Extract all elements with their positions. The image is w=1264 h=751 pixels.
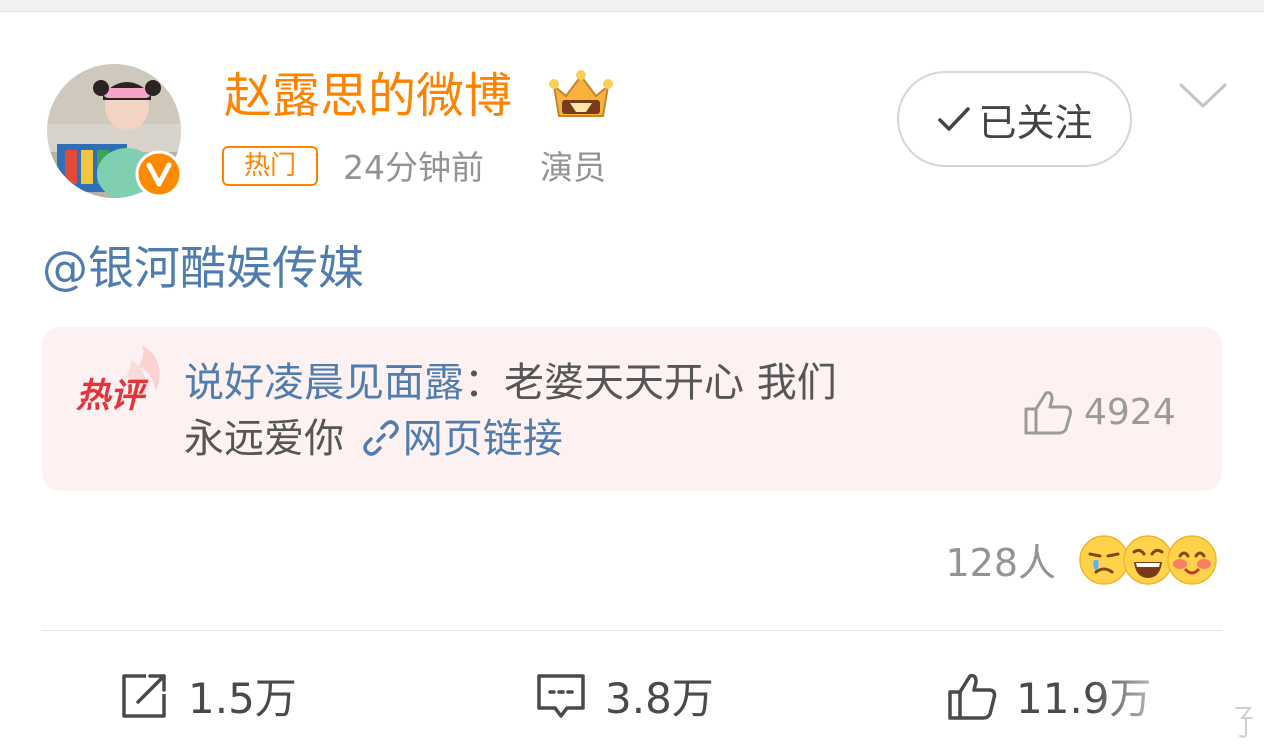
thumbs-up-icon bbox=[1024, 391, 1072, 435]
thumbs-up-icon bbox=[948, 673, 997, 720]
repost-count: 1.5万 bbox=[188, 674, 297, 723]
hot-comment-line1: 老婆天天开心 我们 bbox=[504, 360, 837, 406]
verified-badge-icon bbox=[135, 150, 183, 198]
chevron-down-icon[interactable] bbox=[1178, 80, 1228, 112]
post-time: 24分钟前 bbox=[343, 148, 484, 187]
hot-badge: 热门 bbox=[222, 146, 318, 186]
blushing-face-icon bbox=[1167, 534, 1217, 585]
top-edge-bar bbox=[0, 0, 1264, 12]
corner-watermark bbox=[1232, 700, 1256, 740]
username[interactable]: 赵露思的微博 bbox=[224, 64, 512, 128]
reaction-count: 128人 bbox=[945, 541, 1056, 585]
comment-icon bbox=[537, 673, 585, 718]
hot-comment-like-count: 4924 bbox=[1084, 391, 1176, 433]
reactions-summary[interactable]: 128人 bbox=[945, 532, 1218, 587]
user-tag: 演员 bbox=[540, 148, 606, 187]
hot-comment-badge-label: 热评 bbox=[76, 376, 149, 416]
hot-comment-author[interactable]: 说好凌晨见面露 bbox=[184, 360, 464, 406]
divider bbox=[42, 630, 1222, 631]
comment-button[interactable]: 3.8万 bbox=[535, 665, 714, 726]
check-icon bbox=[938, 107, 971, 131]
repost-button[interactable]: 1.5万 bbox=[118, 665, 297, 726]
crown-icon bbox=[549, 70, 613, 117]
link-icon bbox=[362, 420, 399, 456]
hot-comment-separator: ： bbox=[464, 360, 504, 406]
hot-comment-text: 说好凌晨见面露：老婆天天开心 我们 永远爱你 网页链接 bbox=[184, 355, 1014, 467]
mention-link[interactable]: @银河酷娱传媒 bbox=[42, 238, 364, 298]
comment-count: 3.8万 bbox=[605, 674, 714, 723]
hot-comment-line2: 永远爱你 bbox=[184, 416, 344, 462]
follow-label: 已关注 bbox=[978, 100, 1093, 145]
follow-button[interactable]: 已关注 bbox=[897, 71, 1132, 167]
hot-comment-like[interactable]: 4924 bbox=[1022, 387, 1176, 437]
hot-comment-card[interactable]: 热评 说好凌晨见面露：老婆天天开心 我们 永远爱你 网页链接 4924 bbox=[42, 327, 1222, 491]
repost-icon bbox=[122, 673, 166, 718]
web-link[interactable]: 网页链接 bbox=[403, 416, 563, 462]
hot-comment-badge-icon: 热评 bbox=[76, 345, 160, 416]
